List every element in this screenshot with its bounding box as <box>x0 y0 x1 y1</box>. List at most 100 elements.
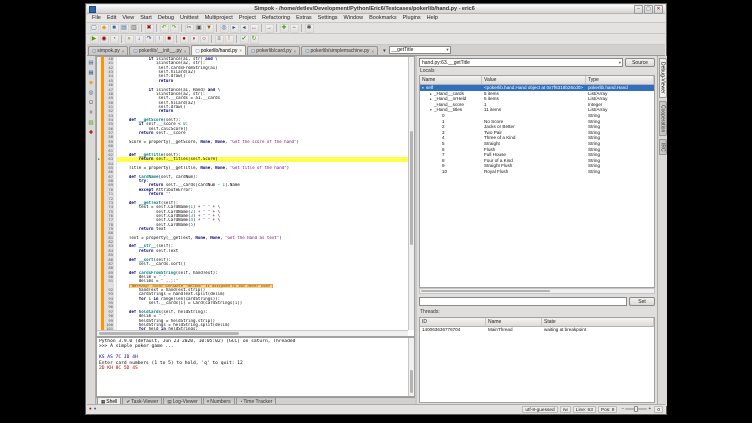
variable-filter-input[interactable] <box>419 297 627 306</box>
menu-view[interactable]: View <box>119 14 137 23</box>
template-viewer-tab[interactable]: ▥ <box>87 118 95 127</box>
project-viewer-tab[interactable]: ▤ <box>87 58 95 67</box>
step-out-button[interactable]: ↑ <box>155 35 164 44</box>
unittest-button[interactable]: ✔ <box>240 35 249 44</box>
minimize-button[interactable]: – <box>634 5 643 14</box>
close-button[interactable]: ✕ <box>654 5 663 14</box>
tab-close-icon[interactable]: × <box>122 49 125 54</box>
replace-button[interactable]: ↔ <box>250 24 259 33</box>
plugin-repository-tab[interactable]: ✚ <box>87 128 95 137</box>
zoom-out-button[interactable]: − <box>290 24 299 33</box>
editor-vscrollbar[interactable] <box>408 57 414 330</box>
symbols-tab[interactable]: Ω <box>87 98 95 107</box>
goto-line-button[interactable]: → <box>265 24 274 33</box>
save-file-button[interactable]: ■ <box>110 24 119 33</box>
zoom-in-icon[interactable]: + <box>648 406 651 412</box>
scrollbar-thumb[interactable] <box>421 290 550 292</box>
search-prev-button[interactable]: ◂ <box>240 24 249 33</box>
scrollbar-thumb[interactable] <box>99 332 239 335</box>
find-file-tab[interactable]: ◎ <box>87 88 95 97</box>
continue-button[interactable]: » <box>125 35 134 44</box>
menu-multiproject[interactable]: Multiproject <box>202 14 236 23</box>
step-into-button[interactable]: ↓ <box>135 35 144 44</box>
menu-project[interactable]: Project <box>236 14 259 23</box>
zoom-slider[interactable] <box>625 408 647 410</box>
tab-close-icon[interactable]: × <box>371 49 374 54</box>
set-filter-button[interactable]: Set <box>629 297 655 306</box>
zoom-slider-thumb[interactable] <box>634 406 638 412</box>
open-file-button[interactable]: ◆ <box>100 24 109 33</box>
menu-help[interactable]: Help <box>424 14 441 23</box>
menu-bookmarks[interactable]: Bookmarks <box>366 14 400 23</box>
print-button[interactable]: ▥ <box>130 24 139 33</box>
file-browser-tab[interactable]: ◆ <box>87 78 95 87</box>
redo-button[interactable]: ↷ <box>170 24 179 33</box>
column-header-id[interactable]: ID <box>420 318 486 326</box>
numbers-tab[interactable]: # <box>87 108 95 117</box>
tab-close-icon[interactable]: × <box>239 48 242 53</box>
menu-debug[interactable]: Debug <box>155 14 177 23</box>
column-header-state[interactable]: State <box>542 318 654 326</box>
stop-debug-button[interactable]: ■ <box>165 35 174 44</box>
sidebar-tab-irc[interactable]: IRC <box>659 139 667 156</box>
unittest-restart-button[interactable]: ↻ <box>250 35 259 44</box>
menu-extras[interactable]: Extras <box>293 14 315 23</box>
preferences-button[interactable]: ✱ <box>305 24 314 33</box>
tab-simpok-py[interactable]: ▢simpok.py× <box>88 46 128 55</box>
search-button[interactable]: ◎ <box>220 24 229 33</box>
toggle-breakpoint-button[interactable]: ● <box>180 35 189 44</box>
sidebar-tab-debug-viewer[interactable]: Debug-Viewer <box>659 58 667 98</box>
profile-script-button[interactable]: ◔ <box>110 35 119 44</box>
stack-frame-combo[interactable]: hand.py:63.__getTitle ▾ <box>419 58 623 67</box>
variable-row[interactable]: 10Royal FlushString <box>420 169 654 175</box>
cut-button[interactable]: ✂ <box>185 24 194 33</box>
undo-button[interactable]: ↶ <box>160 24 169 33</box>
tab-close-icon[interactable]: × <box>184 49 187 54</box>
run-script-button[interactable]: ▶ <box>90 35 99 44</box>
copy-button[interactable]: ▣ <box>195 24 204 33</box>
source-button[interactable]: Source <box>625 58 655 67</box>
column-header-type[interactable]: Type <box>586 76 654 84</box>
tab-pokerlib-hand-py[interactable]: ▢pokerlib/hand.py× <box>191 45 246 55</box>
clear-breakpoints-button[interactable]: ○ <box>200 35 209 44</box>
tab-pokerlib-simplemachine-py[interactable]: ▢pokerlib/simplemachine.py× <box>301 46 378 55</box>
debug-script-button[interactable]: ◉ <box>100 35 109 44</box>
maximize-button[interactable]: ▢ <box>644 5 653 14</box>
code-editor[interactable]: 40 if isinstance(a1, str) and \41 isinst… <box>96 56 415 337</box>
scrollbar-thumb[interactable] <box>410 131 413 246</box>
menu-start[interactable]: Start <box>137 14 155 23</box>
search-next-button[interactable]: ▸ <box>230 24 239 33</box>
paste-button[interactable]: ▼ <box>205 24 214 33</box>
column-header-value[interactable]: Value <box>482 76 586 84</box>
close-editor-button[interactable]: ✖ <box>145 24 154 33</box>
shell-vscrollbar[interactable] <box>408 338 414 396</box>
evaluate-button[interactable]: ≡ <box>215 35 224 44</box>
tab-list-chevron-icon[interactable]: ▾ <box>383 48 386 54</box>
scrollbar-thumb[interactable] <box>410 370 413 393</box>
menu-window[interactable]: Window <box>341 14 367 23</box>
menu-refactoring[interactable]: Refactoring <box>259 14 293 23</box>
save-all-button[interactable]: ▤ <box>120 24 129 33</box>
zoom-in-button[interactable]: ✚ <box>280 24 289 33</box>
exceptions-button[interactable]: ! <box>225 35 234 44</box>
shell-panel[interactable]: Python 3.9.0 (default, Jun 23 2020, 10:0… <box>96 337 415 397</box>
zoom-out-icon[interactable]: − <box>621 406 624 412</box>
next-breakpoint-button[interactable]: ◗ <box>190 35 199 44</box>
new-file-button[interactable]: ▢ <box>90 24 99 33</box>
menu-file[interactable]: File <box>89 14 104 23</box>
column-header-name[interactable]: Name <box>486 318 542 326</box>
column-header-name[interactable]: Name <box>420 76 482 84</box>
menu-unittest[interactable]: Unittest <box>177 14 202 23</box>
variables-hscrollbar[interactable] <box>419 288 655 294</box>
tab-pokerlib-card-py[interactable]: ▢pokerlib/card.py× <box>247 46 300 55</box>
menu-edit[interactable]: Edit <box>104 14 119 23</box>
tab-close-icon[interactable]: × <box>294 49 297 54</box>
menu-plugins[interactable]: Plugins <box>400 14 424 23</box>
step-over-button[interactable]: ↷ <box>145 35 154 44</box>
multiproject-viewer-tab[interactable]: ▦ <box>87 68 95 77</box>
quicksearch-combo[interactable]: __getTitle ▾ <box>389 46 451 54</box>
editor-hscrollbar[interactable] <box>97 330 408 336</box>
tab-pokerlib-init-py[interactable]: ▢pokerlib/__init__.py× <box>129 46 190 55</box>
menu-settings[interactable]: Settings <box>315 14 341 23</box>
sidebar-tab-cooperation[interactable]: Cooperation <box>659 101 667 136</box>
